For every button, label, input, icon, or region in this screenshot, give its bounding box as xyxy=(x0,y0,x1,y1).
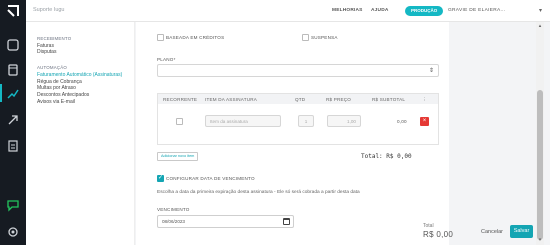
help-link[interactable]: AJUDA xyxy=(371,8,389,13)
col-preco: R$ PREÇO xyxy=(326,97,352,102)
menu-section-title: AUTOMAÇÃO xyxy=(37,65,68,70)
credits-label: BASEADA EM CRÉDITOS xyxy=(166,35,225,40)
menu-item-disputas[interactable]: Disputas xyxy=(37,49,56,55)
save-button[interactable]: Salvar xyxy=(510,225,533,238)
col-qtd: QTD xyxy=(295,97,306,102)
automation-icon[interactable] xyxy=(5,86,21,102)
table-menu-icon[interactable]: ⋮ xyxy=(422,97,427,103)
top-bar: Suporte Iugu MELHORIAS AJUDA PRODUÇÃO GR… xyxy=(26,0,550,22)
col-item: ITEM DA ASSINATURA xyxy=(205,97,258,102)
price-input[interactable]: 1,00 xyxy=(327,115,361,127)
settings-gear-icon[interactable] xyxy=(5,224,21,240)
account-name[interactable]: GRAVIE DE ELAIERA... xyxy=(448,8,505,13)
scroll-down-icon[interactable]: ▾ xyxy=(537,237,543,243)
delete-row-button[interactable]: × xyxy=(420,117,429,126)
plan-select[interactable]: ⇕ xyxy=(157,64,439,77)
cancel-button[interactable]: Cancelar xyxy=(481,229,503,235)
iugu-logo-icon[interactable] xyxy=(5,3,21,19)
suspended-label: SUSPENSA xyxy=(311,35,338,40)
quantity-input[interactable]: 1 xyxy=(298,115,314,127)
credits-checkbox[interactable] xyxy=(157,34,164,41)
configure-due-date-checkbox[interactable] xyxy=(157,174,164,182)
menu-item-descontos[interactable]: Descontos Antecipados xyxy=(37,92,89,98)
form-footer: Total R$ 0,00 Cancelar Salvar xyxy=(136,218,536,245)
select-arrows-icon: ⇕ xyxy=(428,68,434,74)
item-description-input[interactable]: Item da assinatura xyxy=(205,115,281,127)
support-link[interactable]: Suporte Iugu xyxy=(33,7,65,13)
page-scrollbar[interactable]: ▴ ▾ xyxy=(536,22,544,245)
scroll-up-icon[interactable]: ▴ xyxy=(537,23,543,29)
recurring-checkbox[interactable] xyxy=(176,118,183,125)
subscription-form: BASEADA EM CRÉDITOS SUSPENSA PLANO* ⇕ RE… xyxy=(136,22,449,245)
due-date-label: VENCIMENTO xyxy=(157,207,190,212)
environment-badge[interactable]: PRODUÇÃO xyxy=(405,6,444,16)
col-recorrente: RECORRENTE xyxy=(163,97,198,102)
chat-icon[interactable] xyxy=(5,197,21,213)
report-icon[interactable] xyxy=(5,138,21,154)
account-dropdown-icon[interactable]: ▾ xyxy=(539,7,542,14)
section-menu: RECEBIMENTO Faturas Disputas AUTOMAÇÃO F… xyxy=(26,22,135,245)
items-table: RECORRENTE ITEM DA ASSINATURA QTD R$ PRE… xyxy=(157,93,439,145)
scrollbar-thumb[interactable] xyxy=(537,90,543,240)
subtotal-value: 0,00 xyxy=(397,119,407,124)
footer-total-label: Total xyxy=(423,223,434,229)
items-total: Total: R$ 0,00 xyxy=(361,153,412,160)
suspended-checkbox[interactable] xyxy=(302,34,309,41)
plan-label: PLANO* xyxy=(157,57,176,62)
footer-total-value: R$ 0,00 xyxy=(423,230,454,239)
wallet-icon[interactable] xyxy=(5,37,21,53)
add-item-button[interactable]: Adicionar novo item xyxy=(157,152,199,161)
box-icon[interactable] xyxy=(5,62,21,78)
items-table-header: RECORRENTE ITEM DA ASSINATURA QTD R$ PRE… xyxy=(158,94,438,104)
menu-item-multas[interactable]: Multas por Atraso xyxy=(37,85,76,91)
improvements-link[interactable]: MELHORIAS xyxy=(332,8,363,13)
configure-due-date-label: CONFIGURAR DATA DE VENCIMENTO xyxy=(166,176,255,181)
menu-item-avisos[interactable]: Avisos via E-mail xyxy=(37,99,75,105)
transfer-icon[interactable] xyxy=(5,112,21,128)
due-date-description: Escolha a data da primeira expiração des… xyxy=(157,190,360,195)
menu-item-faturamento-automatico[interactable]: Faturamento Automático (Assinaturas) xyxy=(37,72,122,78)
rail-active-indicator xyxy=(0,84,2,102)
icon-rail xyxy=(0,0,26,245)
app-root: Suporte Iugu MELHORIAS AJUDA PRODUÇÃO GR… xyxy=(0,0,550,245)
menu-section-title: RECEBIMENTO xyxy=(37,36,72,41)
col-subtotal: R$ SUBTOTAL xyxy=(372,97,406,102)
